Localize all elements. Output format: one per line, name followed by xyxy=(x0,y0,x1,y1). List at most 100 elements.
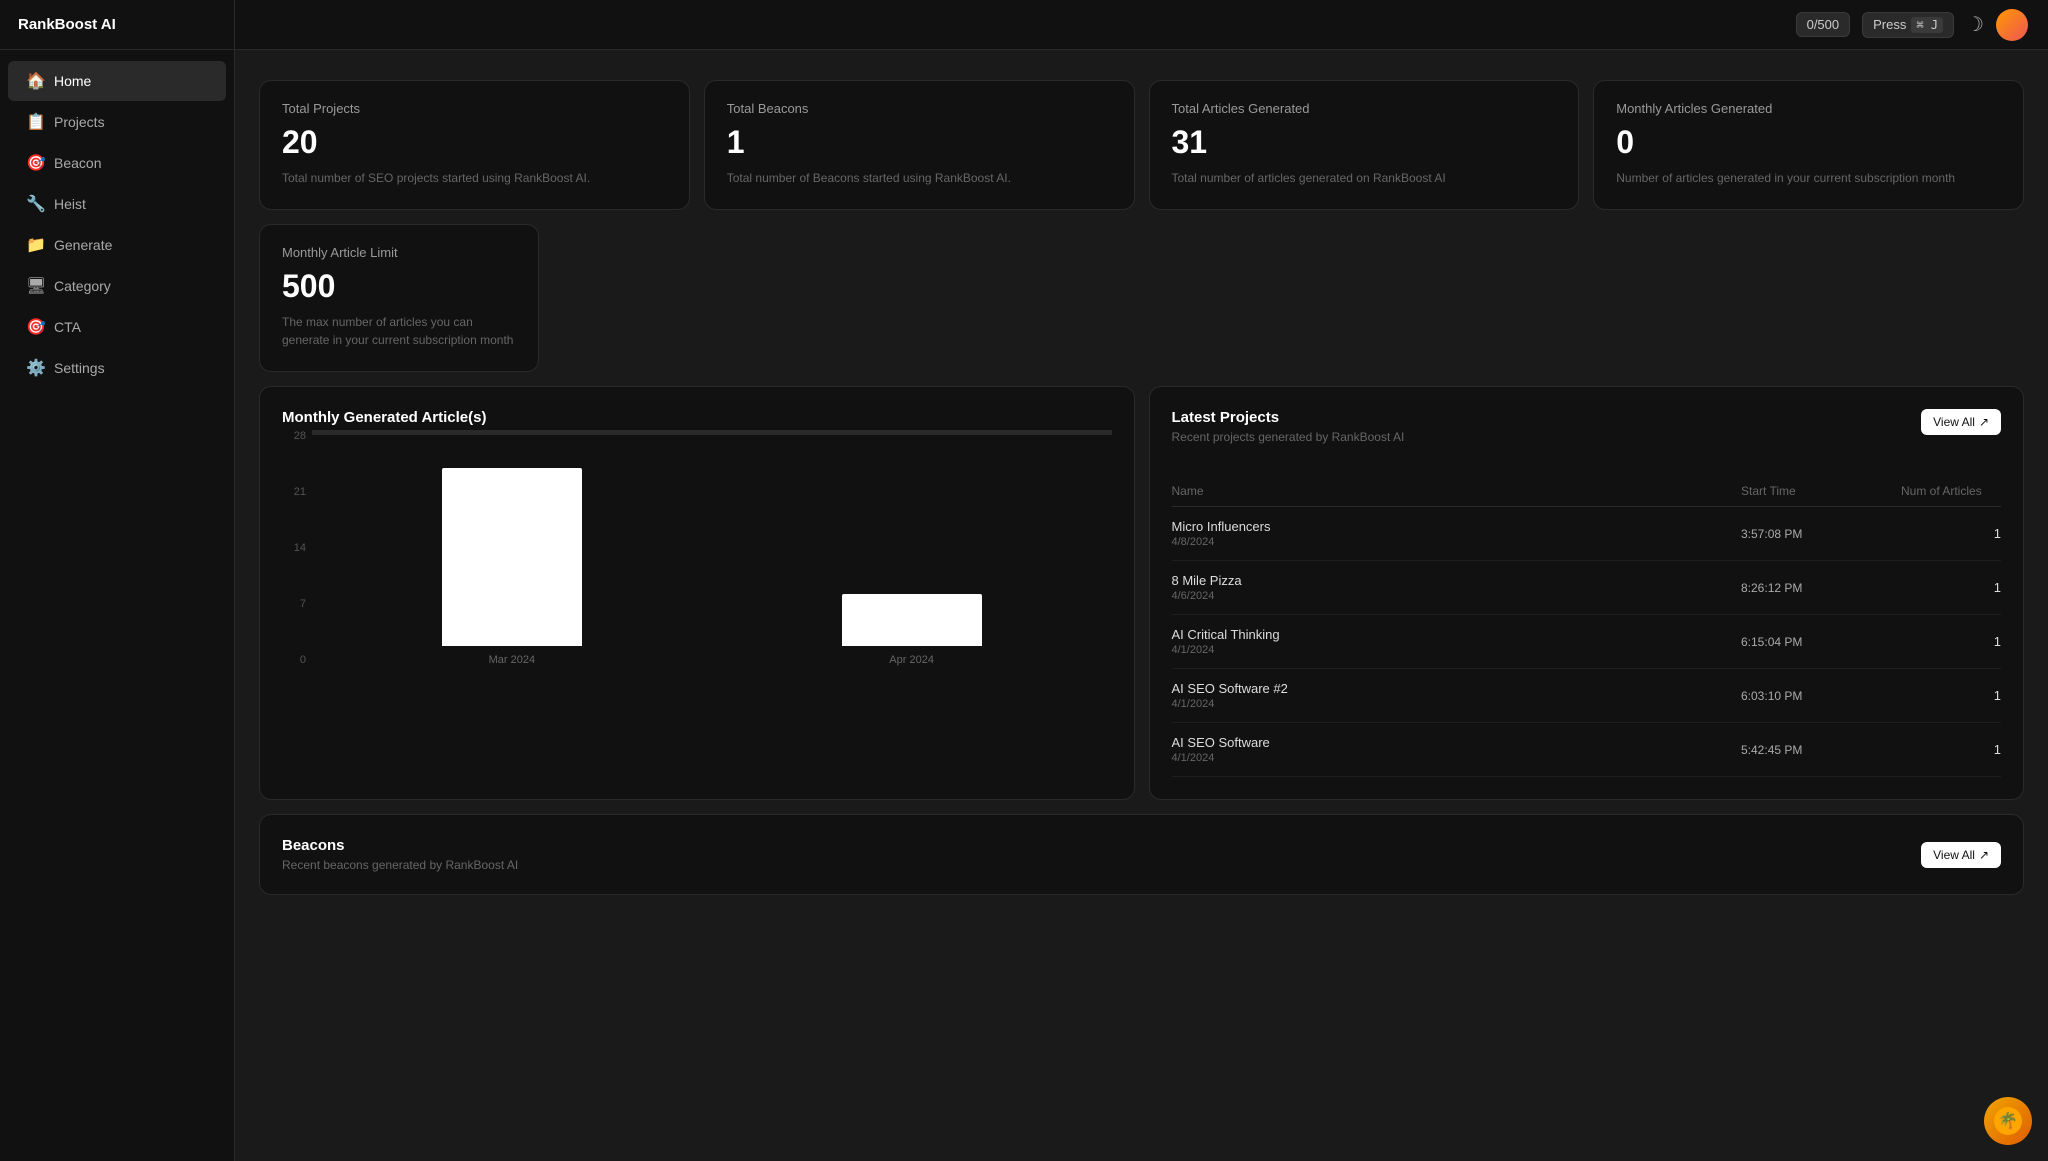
project-articles: 1 xyxy=(1901,580,2001,595)
chart-area: 28211470 Mar 2024Apr 2024 xyxy=(282,430,1112,690)
sidebar-label-category: Category xyxy=(54,278,111,294)
stat-label-total-beacons: Total Beacons xyxy=(727,101,1112,116)
project-time: 3:57:08 PM xyxy=(1741,527,1901,541)
project-articles: 1 xyxy=(1901,688,2001,703)
stat-value-total-projects: 20 xyxy=(282,124,667,161)
table-row: AI SEO Software 4/1/2024 5:42:45 PM 1 xyxy=(1172,723,2002,777)
project-time: 8:26:12 PM xyxy=(1741,581,1901,595)
shortcut-key: ⌘ J xyxy=(1911,17,1943,33)
settings-icon: ⚙️ xyxy=(26,358,44,378)
chart-grid-line xyxy=(312,434,1112,435)
table-row: AI Critical Thinking 4/1/2024 6:15:04 PM… xyxy=(1172,615,2002,669)
table-row: Micro Influencers 4/8/2024 3:57:08 PM 1 xyxy=(1172,507,2002,561)
beacons-title: Beacons xyxy=(282,837,518,854)
category-icon: 🖥 xyxy=(26,276,44,296)
sidebar-item-cta[interactable]: 🎯CTA xyxy=(8,307,226,347)
stat-desc-total-projects: Total number of SEO projects started usi… xyxy=(282,169,667,187)
sidebar-label-heist: Heist xyxy=(54,196,86,212)
y-axis-label: 28 xyxy=(294,430,306,442)
sidebar-label-generate: Generate xyxy=(54,237,112,253)
user-avatar[interactable] xyxy=(1996,9,2028,41)
project-articles: 1 xyxy=(1901,634,2001,649)
stat-label-total-articles: Total Articles Generated xyxy=(1172,101,1557,116)
projects-table: Micro Influencers 4/8/2024 3:57:08 PM 1 … xyxy=(1172,507,2002,777)
project-articles: 1 xyxy=(1901,742,2001,757)
main-content: Total Projects 20 Total number of SEO pr… xyxy=(235,0,2048,1161)
heist-icon: 🔧 xyxy=(26,194,44,214)
sidebar-item-settings[interactable]: ⚙️ Settings xyxy=(8,348,226,388)
table-column-header: Num of Articles xyxy=(1901,484,2001,498)
project-articles: 1 xyxy=(1901,526,2001,541)
limit-value: 500 xyxy=(282,268,516,305)
bottom-avatar[interactable]: 🌴 xyxy=(1984,1097,2032,1145)
project-name: AI SEO Software #2 xyxy=(1172,681,1742,696)
project-date: 4/1/2024 xyxy=(1172,644,1742,656)
sidebar-item-projects[interactable]: 📋Projects xyxy=(8,102,226,142)
view-all-beacons-button[interactable]: View All ↗ xyxy=(1921,842,2001,868)
table-column-header: Start Time xyxy=(1741,484,1901,498)
project-date: 4/6/2024 xyxy=(1172,590,1742,602)
project-name-cell: AI SEO Software 4/1/2024 xyxy=(1172,735,1742,764)
external-link-icon-beacons: ↗ xyxy=(1979,848,1989,862)
project-name: AI SEO Software xyxy=(1172,735,1742,750)
sidebar-item-category[interactable]: 🖥 Category xyxy=(8,266,226,306)
view-all-projects-button[interactable]: View All ↗ xyxy=(1921,409,2001,435)
brand-logo: RankBoost AI xyxy=(0,0,234,50)
stat-desc-total-articles: Total number of articles generated on Ra… xyxy=(1172,169,1557,187)
limit-description: The max number of articles you can gener… xyxy=(282,313,516,349)
topbar: 0/500 Press ⌘ J ☽ xyxy=(235,0,2048,50)
theme-toggle-icon[interactable]: ☽ xyxy=(1966,12,1984,37)
sidebar-label-home: Home xyxy=(54,73,91,89)
project-name-cell: AI Critical Thinking 4/1/2024 xyxy=(1172,627,1742,656)
project-time: 5:42:45 PM xyxy=(1741,743,1901,757)
y-axis-label: 0 xyxy=(300,654,306,666)
cta-icon: 🎯 xyxy=(26,317,44,337)
project-date: 4/1/2024 xyxy=(1172,698,1742,710)
sidebar-item-home[interactable]: 🏠 Home xyxy=(8,61,226,101)
project-name: AI Critical Thinking xyxy=(1172,627,1742,642)
project-name-cell: AI SEO Software #2 4/1/2024 xyxy=(1172,681,1742,710)
beacons-card: Beacons Recent beacons generated by Rank… xyxy=(259,814,2024,895)
sidebar-item-heist[interactable]: 🔧 Heist xyxy=(8,184,226,224)
sidebar-label-settings: Settings xyxy=(54,360,105,376)
stat-value-monthly-articles: 0 xyxy=(1616,124,2001,161)
project-date: 4/8/2024 xyxy=(1172,536,1742,548)
project-date: 4/1/2024 xyxy=(1172,752,1742,764)
project-name: 8 Mile Pizza xyxy=(1172,573,1742,588)
stats-grid: Total Projects 20 Total number of SEO pr… xyxy=(259,80,2024,210)
table-row: AI SEO Software #2 4/1/2024 6:03:10 PM 1 xyxy=(1172,669,2002,723)
generate-icon: 📁 xyxy=(26,235,44,255)
chart-title: Monthly Generated Article(s) xyxy=(282,409,1112,426)
limit-label: Monthly Article Limit xyxy=(282,245,516,260)
sidebar: RankBoost AI 🏠 Home 📋Projects🎯Beacon 🔧 Heist… xyxy=(0,0,235,1161)
y-axis: 28211470 xyxy=(282,430,312,666)
usage-badge: 0/500 xyxy=(1796,12,1851,37)
chart-card: Monthly Generated Article(s) 28211470 Ma… xyxy=(259,386,1135,800)
project-name: Micro Influencers xyxy=(1172,519,1742,534)
stat-card-monthly-articles: Monthly Articles Generated 0 Number of a… xyxy=(1593,80,2024,210)
stat-card-total-articles: Total Articles Generated 31 Total number… xyxy=(1149,80,1580,210)
y-axis-label: 14 xyxy=(294,542,306,554)
stat-desc-total-beacons: Total number of Beacons started using Ra… xyxy=(727,169,1112,187)
stat-desc-monthly-articles: Number of articles generated in your cur… xyxy=(1616,169,2001,187)
sidebar-item-generate[interactable]: 📁 Generate xyxy=(8,225,226,265)
table-row: 8 Mile Pizza 4/6/2024 8:26:12 PM 1 xyxy=(1172,561,2002,615)
stat-value-total-articles: 31 xyxy=(1172,124,1557,161)
project-name-cell: 8 Mile Pizza 4/6/2024 xyxy=(1172,573,1742,602)
press-shortcut: Press ⌘ J xyxy=(1862,12,1954,38)
sidebar-item-beacon[interactable]: 🎯Beacon xyxy=(8,143,226,183)
view-all-beacons-label: View All xyxy=(1933,848,1975,862)
palm-tree-icon: 🌴 xyxy=(1994,1107,2022,1135)
home-icon: 🏠 xyxy=(26,71,44,91)
stat-card-total-beacons: Total Beacons 1 Total number of Beacons … xyxy=(704,80,1135,210)
stat-card-total-projects: Total Projects 20 Total number of SEO pr… xyxy=(259,80,690,210)
stat-value-total-beacons: 1 xyxy=(727,124,1112,161)
beacon-icon: 🎯 xyxy=(26,153,44,173)
press-label: Press xyxy=(1873,17,1906,32)
projects-subtitle: Recent projects generated by RankBoost A… xyxy=(1172,430,1405,444)
bottom-section: Monthly Generated Article(s) 28211470 Ma… xyxy=(259,386,2024,800)
svg-text:🌴: 🌴 xyxy=(1998,1111,2018,1130)
sidebar-label-projects: Projects xyxy=(54,114,105,130)
limit-card: Monthly Article Limit 500 The max number… xyxy=(259,224,539,372)
projects-title: Latest Projects xyxy=(1172,409,1405,426)
